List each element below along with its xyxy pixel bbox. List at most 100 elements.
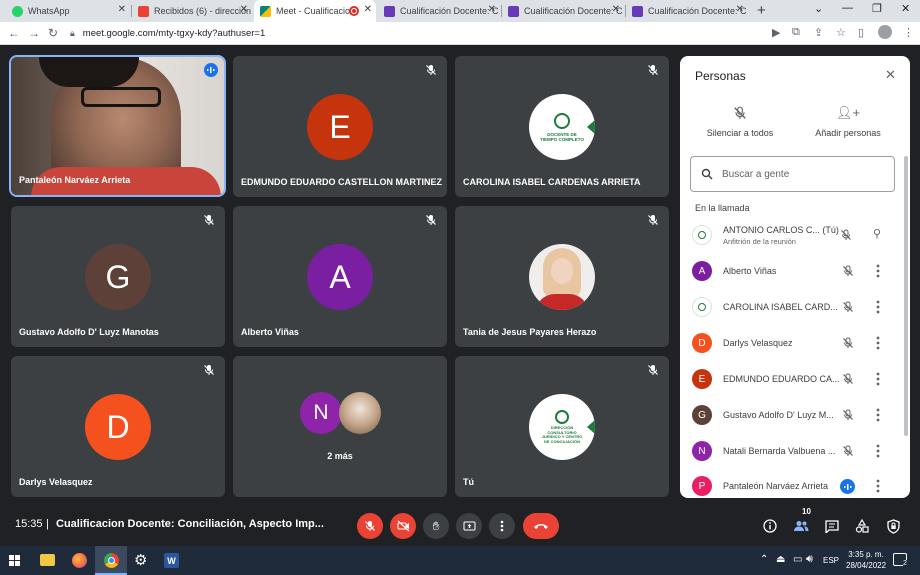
tab-gmail[interactable]: Recibidos (6) - direccion ✕ [132, 0, 252, 22]
person-row[interactable]: CAROLINA ISABEL CARD... [692, 292, 892, 322]
more-options-button[interactable] [489, 513, 515, 539]
participant-tile[interactable]: A Alberto Viñas [233, 206, 447, 347]
close-icon[interactable]: ✕ [885, 67, 896, 83]
people-button[interactable]: 10 [791, 507, 811, 536]
close-icon[interactable]: ✕ [240, 4, 248, 15]
volume-icon[interactable]: 🔊︎ [806, 553, 813, 566]
tab-search-icon[interactable]: ⌄ [814, 2, 823, 15]
person-row[interactable]: G Gustavo Adolfo D' Luyz M... [692, 400, 892, 430]
more-options-icon[interactable] [876, 479, 880, 493]
mic-off-icon[interactable] [840, 229, 852, 241]
forward-icon[interactable]: → [28, 26, 40, 40]
mic-toggle-button[interactable] [357, 513, 383, 539]
firefox-icon[interactable] [72, 553, 87, 568]
tab-form-1[interactable]: Cualificación Docente: C ✕ [378, 0, 500, 22]
side-panel-icon[interactable]: ▯ [858, 26, 864, 39]
person-row[interactable]: P Pantaleón Narváez Arrieta [692, 471, 892, 498]
file-explorer-icon[interactable] [40, 554, 55, 566]
mic-off-icon [648, 65, 658, 75]
tray-chevron-icon[interactable]: ⌃ [760, 554, 768, 565]
activities-button[interactable] [852, 516, 872, 536]
tab-meet[interactable]: Meet - Cualificacion ✕ [254, 0, 376, 22]
teams-tray-icon[interactable]: ⏏ [776, 554, 785, 565]
participant-tile[interactable]: D Darlys Velasquez [11, 356, 225, 497]
mic-off-icon[interactable] [842, 301, 854, 313]
participant-tile[interactable]: DOCENTE DE TIEMPO COMPLETO CAROLINA ISAB… [455, 56, 669, 197]
seal-icon [555, 410, 569, 424]
clock-date: 28/04/2022 [846, 561, 887, 570]
close-icon[interactable]: ✕ [612, 4, 620, 15]
browser-tab-strip: WhatsApp ✕ Recibidos (6) - direccion ✕ M… [0, 0, 920, 22]
participant-name: Tú [463, 477, 474, 487]
close-window-icon[interactable]: ✕ [901, 2, 910, 15]
person-name: Darlys Velasquez [723, 338, 793, 348]
panel-scrollbar[interactable] [904, 156, 908, 436]
more-options-icon[interactable] [876, 336, 880, 350]
leave-call-button[interactable] [523, 513, 559, 539]
close-icon[interactable]: ✕ [118, 4, 126, 15]
participant-tile[interactable]: G Gustavo Adolfo D' Luyz Manotas [11, 206, 225, 347]
search-input[interactable]: Buscar a gente [690, 156, 895, 192]
camera-icon[interactable]: ▶ [772, 26, 780, 39]
word-icon[interactable]: W [164, 553, 179, 568]
host-controls-button[interactable] [883, 516, 903, 536]
tab-form-2[interactable]: Cualificación Docente: C ✕ [502, 0, 624, 22]
profile-avatar-icon[interactable] [878, 25, 892, 39]
settings-gear-icon[interactable]: ⚙ [134, 551, 147, 569]
reload-icon[interactable]: ↻ [48, 26, 58, 40]
forms-icon [632, 5, 643, 17]
person-row[interactable]: A Alberto Viñas [692, 256, 892, 286]
translate-icon[interactable]: ⧉ [792, 26, 800, 39]
person-row[interactable]: E EDMUNDO EDUARDO CA... [692, 364, 892, 394]
present-button[interactable] [456, 513, 482, 539]
mute-all-button[interactable]: Silenciar a todos [700, 106, 780, 144]
mic-off-icon[interactable] [842, 445, 854, 457]
network-icon[interactable]: ▭ [793, 554, 802, 565]
menu-kebab-icon[interactable]: ⋮ [903, 26, 914, 39]
person-row[interactable]: D Darlys Velasquez [692, 328, 892, 358]
self-tile[interactable]: DIRECCIÓN CONSULTORIO JURÍDICO Y CENTRO … [455, 356, 669, 497]
meeting-details-button[interactable] [760, 516, 780, 536]
camera-toggle-button[interactable] [390, 513, 416, 539]
person-row[interactable]: ANTONIO CARLOS C... (Tú) Anfitrión de la… [692, 220, 892, 250]
avatar: E [307, 94, 373, 160]
mic-off-icon[interactable] [842, 409, 854, 421]
more-options-icon[interactable] [876, 444, 880, 458]
clock[interactable]: 3:35 p. m. 28/04/2022 [846, 550, 886, 570]
mic-off-icon[interactable] [842, 373, 854, 385]
mic-off-icon[interactable] [842, 265, 854, 277]
avatar: E [692, 369, 712, 389]
close-icon[interactable]: ✕ [488, 4, 496, 15]
more-options-icon[interactable] [876, 264, 880, 278]
person-row[interactable]: N Natali Bernarda Valbuena ... [692, 436, 892, 466]
mic-off-icon [365, 521, 375, 531]
tab-whatsapp[interactable]: WhatsApp ✕ [6, 0, 130, 22]
mic-off-icon[interactable] [842, 337, 854, 349]
maximize-icon[interactable]: ❐ [872, 2, 882, 15]
mic-off-icon [426, 215, 436, 225]
more-options-icon[interactable] [876, 300, 880, 314]
institution-logo [692, 297, 712, 317]
participant-tile[interactable]: E EDMUNDO EDUARDO CASTELLON MARTINEZ [233, 56, 447, 197]
share-icon[interactable]: ⇪ [814, 26, 823, 39]
raise-hand-button[interactable]: ✋︎ [423, 513, 449, 539]
back-icon[interactable]: ← [8, 26, 20, 40]
more-options-icon[interactable] [876, 408, 880, 422]
chat-button[interactable] [822, 516, 842, 536]
more-options-icon[interactable] [876, 372, 880, 386]
chrome-taskbar-item[interactable] [95, 546, 127, 575]
add-people-button[interactable]: 👤︎+ Añadir personas [808, 106, 888, 144]
new-tab-button[interactable]: + [757, 2, 766, 19]
language-indicator[interactable]: ESP [823, 556, 839, 565]
pin-icon[interactable]: ⚲ [873, 227, 881, 240]
tab-form-3[interactable]: Cualificación Docente: C ✕ [626, 0, 748, 22]
more-participants-tile[interactable]: N 2 más [233, 356, 447, 497]
participant-tile[interactable]: Tania de Jesus Payares Herazo [455, 206, 669, 347]
bookmark-star-icon[interactable]: ☆ [836, 26, 846, 39]
url-bar[interactable]: 🔒︎ meet.google.com/mty-tgxy-kdy?authuser… [70, 25, 910, 42]
close-icon[interactable]: ✕ [364, 4, 372, 15]
participant-tile[interactable]: Pantaleón Narváez Arrieta [9, 55, 226, 197]
windows-start-icon[interactable] [9, 555, 20, 566]
minimize-icon[interactable]: — [842, 2, 853, 14]
close-icon[interactable]: ✕ [736, 4, 744, 15]
